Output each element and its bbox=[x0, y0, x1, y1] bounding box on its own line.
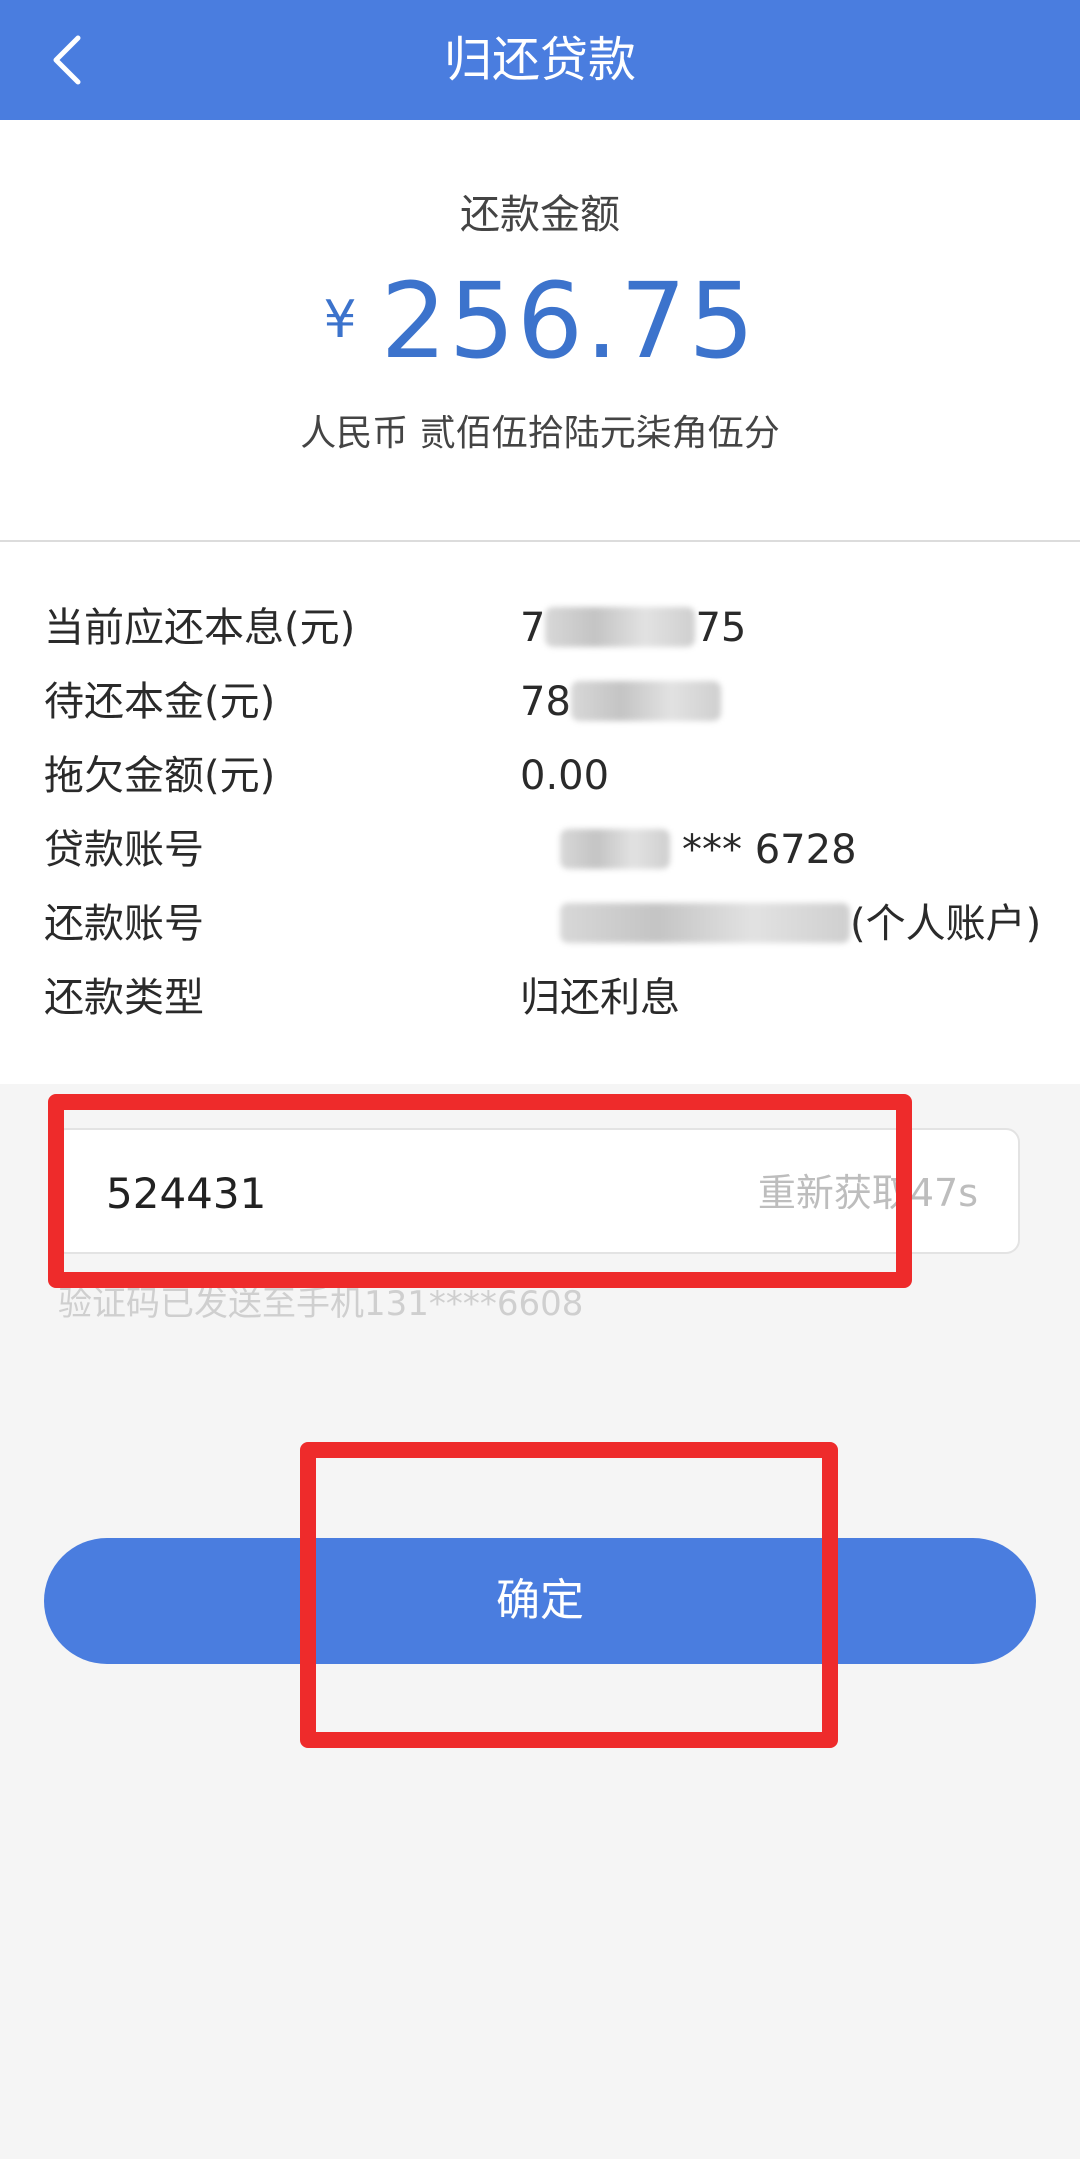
detail-value: 7 75 bbox=[520, 605, 747, 651]
detail-label: 拖欠金额(元) bbox=[44, 753, 276, 799]
detail-value: *** 6728 bbox=[560, 820, 857, 880]
detail-label: 贷款账号 bbox=[44, 827, 204, 873]
detail-value: 归还利息 bbox=[520, 975, 680, 1021]
detail-value: 78 bbox=[520, 672, 721, 732]
top-bar: 归还贷款 bbox=[0, 0, 1080, 120]
redacted-mask bbox=[570, 681, 721, 721]
verification-code-input[interactable] bbox=[106, 1150, 666, 1236]
amount-in-words: 人民币 贰佰伍拾陆元柒角伍分 bbox=[300, 413, 780, 454]
confirm-button[interactable]: 确定 bbox=[44, 1538, 1036, 1664]
chevron-left-icon bbox=[53, 35, 81, 85]
redacted-mask bbox=[560, 903, 850, 943]
redacted-mask bbox=[545, 607, 696, 647]
detail-value: (个人账户) bbox=[560, 894, 1041, 954]
code-sent-hint: 验证码已发送至手机131****6608 bbox=[58, 1284, 584, 1324]
amount-display: ¥256.75 bbox=[0, 260, 1080, 382]
detail-label: 待还本金(元) bbox=[44, 679, 276, 725]
resend-code-button[interactable]: 重新获取47s bbox=[758, 1130, 978, 1256]
detail-row-repay-type: 还款类型 归还利息 bbox=[44, 968, 1054, 1028]
detail-label: 还款账号 bbox=[44, 901, 204, 947]
amount-value: 256.75 bbox=[380, 260, 757, 382]
detail-row-principal: 待还本金(元) 78 bbox=[44, 672, 1054, 732]
amount-label: 还款金额 bbox=[460, 192, 620, 238]
detail-row-loan-account: 贷款账号 *** 6728 bbox=[44, 820, 1054, 880]
detail-label: 当前应还本息(元) bbox=[44, 605, 356, 651]
loan-details: 当前应还本息(元) 7 75 待还本金(元) 78 拖欠金额(元) 0.00 贷款… bbox=[0, 542, 1080, 1084]
detail-row-repay-account: 还款账号 (个人账户) bbox=[44, 894, 1054, 954]
verification-code-box: 重新获取47s bbox=[52, 1128, 1020, 1254]
back-button[interactable] bbox=[36, 30, 96, 90]
detail-row-current-due: 当前应还本息(元) 7 75 bbox=[44, 598, 1054, 658]
amount-card: 还款金额 ¥256.75 人民币 贰佰伍拾陆元柒角伍分 bbox=[0, 120, 1080, 540]
detail-label: 还款类型 bbox=[44, 975, 204, 1021]
detail-row-overdue: 拖欠金额(元) 0.00 bbox=[44, 746, 1054, 806]
page-title: 归还贷款 bbox=[443, 32, 636, 88]
detail-value: 0.00 bbox=[520, 753, 610, 799]
redacted-mask bbox=[560, 829, 670, 869]
currency-symbol: ¥ bbox=[323, 290, 357, 350]
